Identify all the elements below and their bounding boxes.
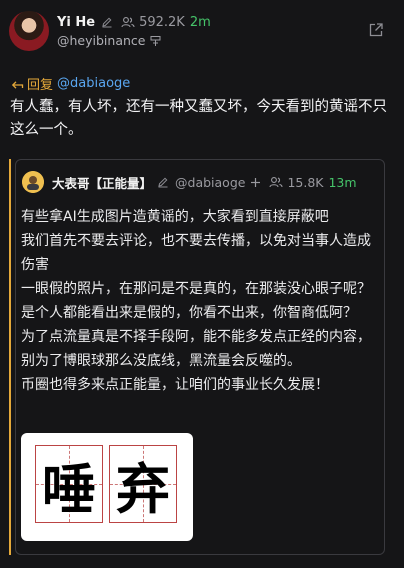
author-avatar[interactable] (9, 11, 49, 51)
pencil-icon (101, 16, 113, 28)
glyph-cell: 弃 (109, 445, 177, 523)
quoted-post[interactable]: 大表哥【正能量】 @dabiaoge 15.8K 13m 有些拿AI生成图片造黄… (15, 159, 385, 555)
quoted-author-followers: 15.8K (287, 174, 324, 190)
image-glyph: 唾 (42, 457, 96, 521)
author-handle[interactable]: @heyibinance (57, 33, 145, 48)
post-time: 2m (189, 14, 211, 30)
users-icon (121, 16, 135, 28)
quoted-post-header: 大表哥【正能量】 @dabiaoge 15.8K 13m (22, 171, 357, 193)
org-badge-icon (150, 35, 161, 47)
quoted-paragraph: 一眼假的照片，在那问是不是真的，在那装没心眼子呢？是个人都能看出来是假的，你看不… (21, 281, 371, 321)
reply-label: 回复 (27, 78, 54, 93)
author-name[interactable]: Yi He (57, 15, 95, 30)
image-glyph: 弃 (116, 457, 170, 521)
plus-icon[interactable] (250, 177, 261, 188)
pencil-icon (157, 176, 169, 188)
external-link-icon[interactable] (368, 22, 384, 38)
users-icon (269, 176, 284, 188)
quoted-paragraph: 有些拿AI生成图片造黄谣的，大家看到直接屏蔽吧 (21, 209, 329, 225)
quoted-post-image[interactable]: 唾 弃 (21, 433, 193, 541)
quoted-author-name[interactable]: 大表哥【正能量】 (52, 173, 152, 192)
quoted-paragraph: 币圈也得多来点正能量，让咱们的事业长久发展！ (21, 377, 329, 393)
reply-to-handle[interactable]: @dabiaoge (57, 76, 130, 91)
quoted-post-text: 有些拿AI生成图片造黄谣的，大家看到直接屏蔽吧 我们首先不要去评论，也不要去传播… (21, 205, 379, 397)
glyph-cell: 唾 (35, 445, 103, 523)
author-followers: 592.2K (139, 14, 185, 30)
quoted-author-avatar[interactable] (22, 171, 44, 193)
post-header: Yi He 592.2K 2m @heyibinance (0, 0, 404, 62)
post-text: 有人蠢，有人坏，还有一种又蠢又坏，今天看到的黄谣不只这么一个。 (10, 99, 387, 138)
quoted-paragraph: 我们首先不要去评论，也不要去传播，以免对当事人造成伤害 (21, 233, 371, 273)
quoted-post-time: 13m (328, 174, 357, 190)
reply-arrow-icon (10, 78, 24, 90)
quoted-author-handle[interactable]: @dabiaoge (175, 175, 245, 190)
quoted-paragraph: 为了点流量真是不择手段阿，能不能多发点正经的内容，别为了博眼球那么没底线，黑流量… (21, 329, 371, 369)
author-handle-row: @heyibinance (57, 33, 161, 48)
reply-indicator: 回复 @dabiaoge (10, 74, 130, 93)
author-meta: Yi He 592.2K 2m (57, 13, 211, 31)
quote-accent-bar (9, 159, 11, 555)
